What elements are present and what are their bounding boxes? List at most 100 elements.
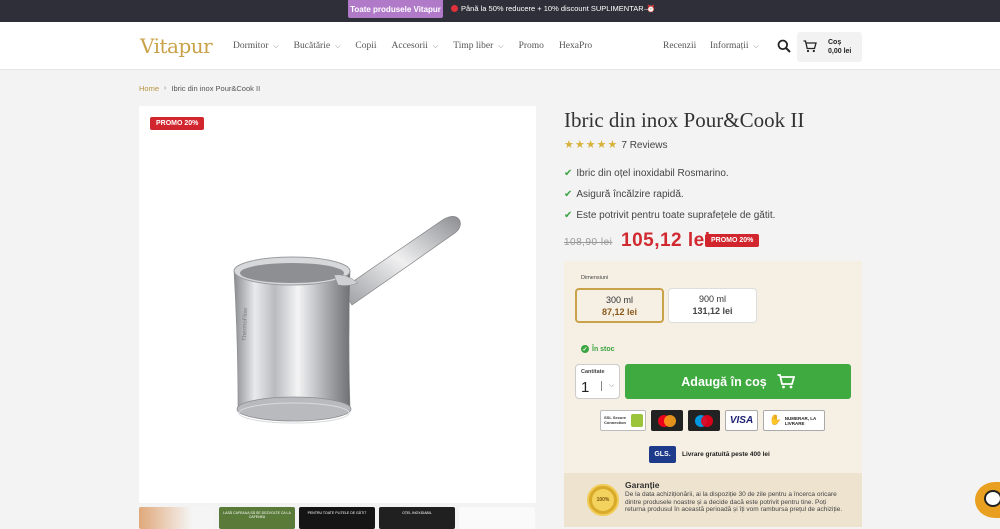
cart-total: 0,00 lei <box>828 48 852 55</box>
quantity-value: 1 <box>581 379 590 396</box>
chevron-down-icon: ⌵ <box>273 41 279 50</box>
thumbnail[interactable] <box>139 507 215 529</box>
feature-text: Este potrivit pentru toate suprafețele d… <box>576 210 776 221</box>
breadcrumb: Home › Ibric din inox Pour&Cook II <box>139 84 260 93</box>
nav-item-label: Promo <box>518 41 544 51</box>
arrow-right-icon[interactable]: → <box>642 3 652 14</box>
size-option-900ml[interactable]: 900 ml 131,12 lei <box>668 288 757 323</box>
search-icon[interactable] <box>777 39 791 53</box>
breadcrumb-separator: › <box>164 85 167 92</box>
nav-item-label: Copii <box>355 41 377 51</box>
payment-badges: SSL Secure Connection VISA ✋ NUMERAR, LA… <box>600 410 825 431</box>
guarantee-medal-icon: 100% <box>587 484 619 516</box>
price-promo-badge: PROMO 20% <box>705 234 760 247</box>
chevron-down-icon[interactable]: ⌵ <box>609 382 614 390</box>
size-option-volume: 900 ml <box>698 294 726 304</box>
current-price: 105,12 lei <box>621 230 711 251</box>
size-label: Dimensiuni <box>581 275 609 281</box>
product-title: Ibric din inox Pour&Cook II <box>564 108 805 132</box>
quantity-label: Cantitate <box>581 369 605 375</box>
nav-item-label: Bucătărie <box>293 41 331 51</box>
star-icon: ★ <box>607 139 618 151</box>
red-circle-icon <box>451 5 458 12</box>
size-option-volume: 300 ml <box>605 295 633 305</box>
promo-badge: PROMO 20% <box>150 117 205 130</box>
check-icon: ✔ <box>564 168 573 179</box>
svg-text:ThermoFlow: ThermoFlow <box>242 307 249 341</box>
quantity-stepper[interactable]: Cantitate 1 ⌵ <box>575 364 620 399</box>
check-circle-icon: ✓ <box>581 345 589 353</box>
feature-item: ✔ Este potrivit pentru toate suprafețele … <box>564 210 775 221</box>
size-option-price: 87,12 lei <box>601 307 638 317</box>
thumbnail[interactable] <box>459 507 535 529</box>
cart-icon <box>777 374 795 389</box>
stock-status: ✓ În stoc <box>581 345 615 353</box>
feature-text: Ibric din oțel inoxidabil Rosmarino. <box>576 168 729 179</box>
thumbnail-text: OȚEL INOXIDABIL <box>402 511 432 515</box>
add-to-cart-label: Adaugă în coș <box>681 374 767 389</box>
thumbnail-text: LASĂ CAFEAUA SĂ SE DEZVOLTE CA LA CAFENE… <box>223 511 291 519</box>
guarantee-title: Garanție <box>625 480 660 490</box>
chevron-down-icon: ⌵ <box>335 41 341 50</box>
ssl-badge-text: SSL Secure Connection <box>604 415 627 425</box>
thumbnail[interactable]: LASĂ CAFEAUA SĂ SE DEZVOLTE CA LA CAFENE… <box>219 507 295 529</box>
star-icon: ★ <box>574 139 585 151</box>
star-icon: ★ <box>585 139 596 151</box>
vitapur-logo[interactable]: Vitapur <box>140 34 213 58</box>
nav-item-hexapro[interactable]: HexaPro <box>559 41 592 51</box>
cart-button[interactable]: Coș 0,00 lei <box>797 32 862 62</box>
breadcrumb-home[interactable]: Home <box>139 84 159 93</box>
nav-item-accesorii[interactable]: Accesorii ⌵ <box>392 41 439 51</box>
thumbnail-text: PENTRU TOATE PLITELE DE GĂTIT <box>307 511 367 515</box>
chevron-down-icon: ⌵ <box>432 41 439 50</box>
product-image: ThermoFlow <box>233 216 461 424</box>
nav-item-timp-liber[interactable]: Timp liber ⌵ <box>453 41 503 51</box>
nav-item-copii[interactable]: Copii <box>355 41 376 51</box>
nav-reviews[interactable]: Recenzii <box>663 41 696 51</box>
size-option-price: 131,12 lei <box>692 306 733 316</box>
mastercard-icon <box>651 410 683 431</box>
visa-text: VISA <box>729 415 754 426</box>
chevron-down-icon: ⌵ <box>753 41 759 50</box>
product-image-panel[interactable]: PROMO 20% ThermoFlow <box>139 106 536 503</box>
promo-message[interactable]: Până la 50% reducere + 10% discount SUPL… <box>451 4 655 13</box>
nav-item-bucatarie[interactable]: Bucătărie ⌵ <box>294 41 341 51</box>
size-option-300ml[interactable]: 300 ml 87,12 lei <box>575 288 664 323</box>
chat-widget-button[interactable] <box>975 482 1000 518</box>
add-to-cart-button[interactable]: Adaugă în coș <box>625 364 851 399</box>
gls-logo: GLS. <box>649 446 676 463</box>
check-icon: ✔ <box>564 189 573 200</box>
chevron-down-icon: ⌵ <box>498 41 504 50</box>
chat-bubble-icon <box>984 490 1000 507</box>
breadcrumb-current: Ibric din inox Pour&Cook II <box>171 84 261 93</box>
nav-item-dormitor[interactable]: Dormitor ⌵ <box>233 41 279 51</box>
text-cursor <box>601 381 602 391</box>
cash-on-delivery-badge: ✋ NUMERAR, LA LIVRARE <box>763 410 825 431</box>
main-nav: Dormitor ⌵ Bucătărie ⌵ Copii Accesorii ⌵ Ti… <box>233 41 607 51</box>
all-products-link[interactable]: Toate produsele Vitapur <box>348 0 443 18</box>
nav-item-label: HexaPro <box>558 41 593 51</box>
shipping-text: Livrare gratuită peste 400 lei <box>682 451 770 458</box>
nav-item-label: Timp liber <box>453 41 494 51</box>
rating[interactable]: ★ ★ ★ ★ ★ 7 Reviews <box>564 139 668 152</box>
thumbnail[interactable]: OȚEL INOXIDABIL <box>379 507 455 529</box>
check-icon: ✔ <box>564 210 573 221</box>
promo-topbar: Toate produsele Vitapur Până la 50% redu… <box>0 0 1000 22</box>
cart-title: Coș <box>828 39 842 46</box>
ssl-badge: SSL Secure Connection <box>600 410 646 431</box>
stock-text: În stoc <box>592 345 615 353</box>
thumbnail[interactable]: PENTRU TOATE PLITELE DE GĂTIT <box>299 507 375 529</box>
nav-info[interactable]: Informații ⌵ <box>710 41 759 51</box>
guarantee-box: 100% Garanție De la data achiziționării,… <box>564 473 862 527</box>
maestro-icon <box>688 410 720 431</box>
nav-item-promo[interactable]: Promo <box>519 41 544 51</box>
nav-info-label: Informații <box>710 41 749 51</box>
site-header: Vitapur Dormitor ⌵ Bucătărie ⌵ Copii Acces… <box>0 22 1000 70</box>
cart-label: Coș 0,00 lei <box>828 38 851 56</box>
cart-icon <box>803 40 817 53</box>
guarantee-text: De la data achiziționării, ai la dispozi… <box>625 491 843 513</box>
hand-cash-icon: ✋ <box>769 415 782 426</box>
star-icon: ★ <box>564 139 574 151</box>
medal-text: 100% <box>592 489 614 511</box>
reviews-count[interactable]: 7 Reviews <box>621 140 667 151</box>
